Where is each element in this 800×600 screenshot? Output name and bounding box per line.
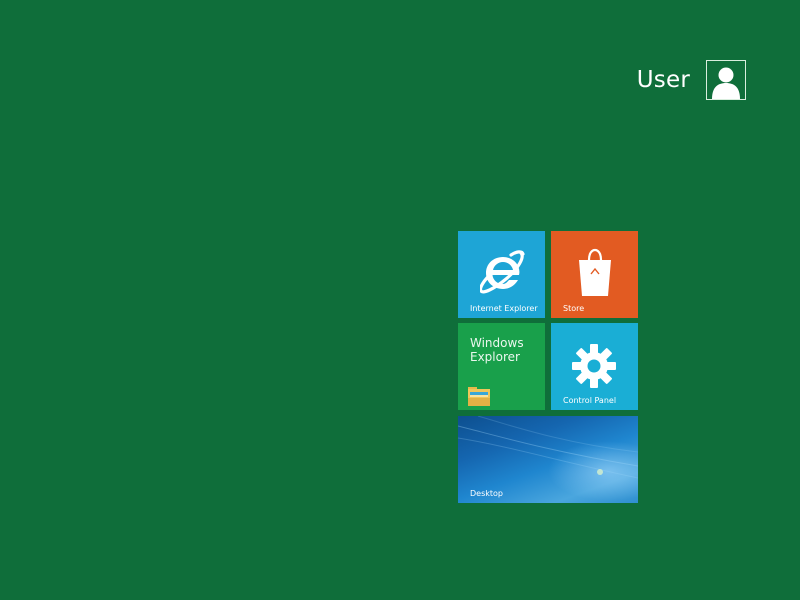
internet-explorer-icon bbox=[478, 250, 525, 294]
user-account[interactable]: User bbox=[637, 60, 746, 100]
gear-icon bbox=[572, 344, 616, 388]
tile-title: Windows Explorer bbox=[470, 336, 524, 364]
folder-icon bbox=[468, 387, 490, 406]
shopping-bag-icon bbox=[579, 248, 611, 296]
tile-internet-explorer[interactable]: Internet Explorer bbox=[458, 231, 545, 318]
tile-control-panel[interactable]: Control Panel bbox=[551, 323, 638, 410]
tile-label: Store bbox=[563, 304, 585, 313]
start-screen: User Internet Explorer Store Windows Exp… bbox=[0, 0, 800, 600]
tile-store[interactable]: Store bbox=[551, 231, 638, 318]
tile-windows-explorer[interactable]: Windows Explorer bbox=[458, 323, 545, 410]
tile-desktop[interactable]: Desktop bbox=[458, 416, 638, 503]
user-name[interactable]: User bbox=[637, 67, 690, 93]
tile-label: Internet Explorer bbox=[470, 304, 538, 313]
user-silhouette-icon bbox=[712, 67, 740, 99]
tile-label: Control Panel bbox=[563, 396, 617, 405]
tile-label: Desktop bbox=[470, 489, 503, 498]
user-avatar[interactable] bbox=[706, 60, 746, 100]
